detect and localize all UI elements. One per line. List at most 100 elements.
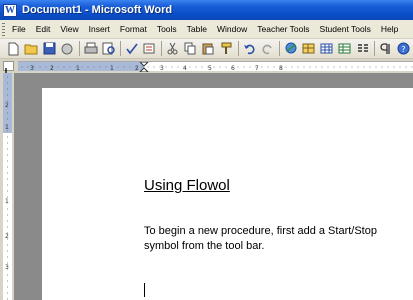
ruler-number: 1: [110, 65, 114, 72]
ruler-tick: [45, 66, 47, 68]
hyperlink-icon[interactable]: [283, 41, 298, 56]
vruler-tick: [7, 160, 8, 162]
columns-icon[interactable]: [355, 41, 370, 56]
vruler-tick: [7, 226, 8, 228]
document-page[interactable]: Using Flowol To begin a new procedure, f…: [42, 88, 413, 300]
show-hide-icon[interactable]: [378, 41, 393, 56]
insert-excel-icon[interactable]: [337, 41, 352, 56]
menu-help[interactable]: Help: [376, 24, 403, 34]
ruler-tick: [69, 66, 71, 68]
ruler-number: 3: [30, 65, 34, 72]
copy-icon[interactable]: [183, 41, 198, 56]
vruler-tick: [7, 298, 8, 300]
save-icon[interactable]: [42, 41, 57, 56]
ruler-tick: [219, 66, 221, 68]
indent-marker[interactable]: [139, 62, 149, 72]
print-icon[interactable]: [83, 41, 98, 56]
insert-table-icon[interactable]: [319, 41, 334, 56]
ruler-tick: [303, 66, 305, 68]
vruler-tick: [7, 184, 8, 186]
help-icon[interactable]: ?: [396, 41, 411, 56]
ruler-tick: [87, 66, 89, 68]
menu-file[interactable]: File: [7, 24, 31, 34]
ruler-tick: [39, 66, 41, 68]
ruler-tick: [81, 66, 83, 68]
ruler-tick: [111, 66, 113, 68]
vertical-ruler[interactable]: 2 1 1 2 3: [0, 73, 14, 300]
vruler-tick: [7, 262, 8, 264]
ruler-tick: [231, 66, 233, 68]
vruler-tick: [7, 274, 8, 276]
ruler-tick: [267, 66, 269, 68]
ruler-number: 5: [208, 65, 212, 72]
menu-insert[interactable]: Insert: [84, 24, 115, 34]
tab-selector[interactable]: [3, 61, 14, 75]
ruler-tick: [333, 66, 335, 68]
vruler-tick: [7, 214, 8, 216]
ruler-tick: [117, 66, 119, 68]
vruler-tick: [7, 124, 8, 126]
ruler-tick: [369, 66, 371, 68]
toolbar-separator: [279, 41, 280, 56]
vruler-tick: [7, 88, 8, 90]
ruler-tick: [399, 66, 401, 68]
research-icon[interactable]: [142, 41, 157, 56]
title-bar[interactable]: W Document1 - Microsoft Word: [0, 0, 413, 20]
menu-tools[interactable]: Tools: [152, 24, 182, 34]
ruler-tick: [249, 66, 251, 68]
vruler-number: 1: [5, 124, 9, 131]
ruler-tick: [381, 66, 383, 68]
window-title: Document1 - Microsoft Word: [22, 4, 173, 16]
vruler-tick: [7, 220, 8, 222]
undo-icon[interactable]: [242, 41, 257, 56]
vruler-tick: [7, 94, 8, 96]
ruler-tick: [291, 66, 293, 68]
ruler-tick: [63, 66, 65, 68]
menu-window[interactable]: Window: [212, 24, 252, 34]
vruler-number: 3: [5, 264, 9, 271]
ruler-tick: [261, 66, 263, 68]
print-preview-icon[interactable]: [101, 41, 116, 56]
cut-icon[interactable]: [165, 41, 180, 56]
ruler-tick: [57, 66, 59, 68]
standard-toolbar: ?: [0, 39, 413, 59]
vruler-number: 2: [5, 233, 9, 240]
vruler-tick: [7, 118, 8, 120]
ruler-tick: [285, 66, 287, 68]
spelling-icon[interactable]: [124, 41, 139, 56]
menu-view[interactable]: View: [55, 24, 83, 34]
ruler-tick: [357, 66, 359, 68]
document-paragraph[interactable]: To begin a new procedure, first add a St…: [144, 224, 404, 254]
ruler-tick: [279, 66, 281, 68]
menu-table[interactable]: Table: [182, 24, 212, 34]
ruler-number: 3: [160, 65, 164, 72]
vruler-tick: [7, 268, 8, 270]
ruler-tick: [411, 66, 413, 68]
vruler-tick: [7, 250, 8, 252]
open-folder-icon[interactable]: [24, 41, 39, 56]
permission-icon[interactable]: [60, 41, 75, 56]
menu-bar: File Edit View Insert Format Tools Table…: [0, 20, 413, 39]
vruler-scale: 2 1 1 2 3: [5, 76, 9, 300]
ruler-tick: [339, 66, 341, 68]
horizontal-ruler[interactable]: 3 2 1 1 2 3 4 5 6 7 8: [18, 61, 413, 72]
menu-student-tools[interactable]: Student Tools: [315, 24, 376, 34]
paste-icon[interactable]: [201, 41, 216, 56]
new-document-icon[interactable]: [6, 41, 21, 56]
document-heading[interactable]: Using Flowol: [144, 177, 230, 194]
menu-format[interactable]: Format: [115, 24, 152, 34]
ruler-tick: [93, 66, 95, 68]
ruler-scale: 3 2 1 1 2 3 4 5 6 7 8: [21, 62, 413, 72]
menu-teacher-tools[interactable]: Teacher Tools: [252, 24, 314, 34]
word-app-icon[interactable]: W: [3, 3, 17, 17]
redo-icon[interactable]: [260, 41, 275, 56]
menu-grip-handle[interactable]: [2, 22, 5, 36]
text-cursor: [144, 283, 145, 297]
vruler-tick: [7, 178, 8, 180]
menu-edit[interactable]: Edit: [31, 24, 56, 34]
format-painter-icon[interactable]: [219, 41, 234, 56]
tables-borders-icon[interactable]: [301, 41, 316, 56]
vruler-tick: [7, 208, 8, 210]
vruler-tick: [7, 76, 8, 78]
ruler-tick: [255, 66, 257, 68]
